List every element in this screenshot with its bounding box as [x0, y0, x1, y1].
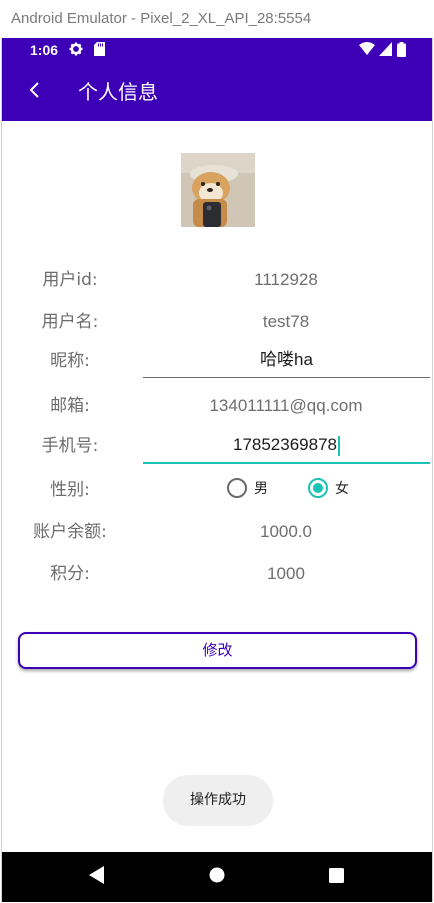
user-id-label: 用户id:: [42, 270, 98, 290]
status-bar: 1:06 x: [2, 38, 432, 63]
balance-value: 1000.0: [260, 522, 312, 541]
balance-row: 账户余额: 1000.0: [2, 511, 432, 553]
system-nav-bar: [2, 852, 432, 902]
radio-unchecked-icon: [227, 478, 247, 498]
gender-female-label: 女: [335, 481, 349, 497]
svg-text:x: x: [369, 50, 373, 56]
user-id-value: 1112928: [254, 270, 318, 289]
battery-icon: [397, 42, 406, 60]
nav-back-button[interactable]: [83, 863, 111, 891]
phone-row: 手机号: 17852369878: [2, 425, 432, 467]
text-cursor: [338, 435, 340, 456]
signal-icon: [379, 42, 392, 59]
phone-underline: [143, 462, 430, 464]
phone-field[interactable]: 17852369878: [143, 428, 430, 464]
username-row: 用户名: test78: [2, 301, 432, 343]
back-button[interactable]: [18, 75, 52, 109]
back-triangle-icon: [89, 866, 105, 888]
nickname-label: 昵称:: [50, 351, 90, 371]
nav-home-button[interactable]: [203, 863, 231, 891]
app-bar: 个人信息: [2, 63, 432, 121]
sd-card-icon: [94, 42, 105, 59]
gender-label: 性别:: [50, 480, 90, 500]
wifi-icon: x: [359, 42, 375, 59]
page-title: 个人信息: [78, 80, 158, 104]
emulator-window-title: Android Emulator - Pixel_2_XL_API_28:555…: [0, 0, 434, 38]
phone-screen: 1:06 x 个人信息 用户id: 1112928 用户名: test78 昵称…: [1, 38, 433, 902]
points-label: 积分:: [50, 564, 90, 584]
gender-male-radio[interactable]: 男: [227, 478, 268, 498]
back-arrow-icon: [28, 81, 42, 103]
gender-male-label: 男: [254, 481, 268, 497]
avatar[interactable]: [181, 153, 255, 227]
nickname-field[interactable]: 哈喽ha: [143, 343, 430, 379]
overview-square-icon: [328, 867, 344, 887]
email-label: 邮箱:: [50, 396, 90, 416]
username-label: 用户名:: [41, 312, 99, 332]
username-value: test78: [262, 312, 310, 331]
points-value: 1000: [267, 564, 305, 583]
edit-button[interactable]: 修改: [18, 632, 417, 669]
nav-overview-button[interactable]: [322, 863, 350, 891]
gear-icon: [69, 42, 83, 59]
user-id-row: 用户id: 1112928: [2, 259, 432, 301]
nickname-row: 昵称: 哈喽ha: [2, 340, 432, 382]
email-row: 邮箱: 134011111@qq.com: [2, 385, 432, 427]
radio-checked-icon: [308, 478, 328, 498]
status-time: 1:06: [30, 42, 59, 58]
balance-label: 账户余额:: [33, 522, 107, 542]
nickname-underline: [143, 377, 430, 378]
toast-message: 操作成功: [163, 775, 273, 826]
phone-field-text: 17852369878: [232, 435, 337, 454]
points-row: 积分: 1000: [2, 553, 432, 595]
home-circle-icon: [209, 867, 225, 887]
email-value: 134011111@qq.com: [209, 396, 363, 415]
gender-female-radio[interactable]: 女: [308, 478, 349, 498]
gender-row: 性别: 男 女: [2, 469, 432, 511]
phone-label: 手机号:: [41, 436, 99, 456]
